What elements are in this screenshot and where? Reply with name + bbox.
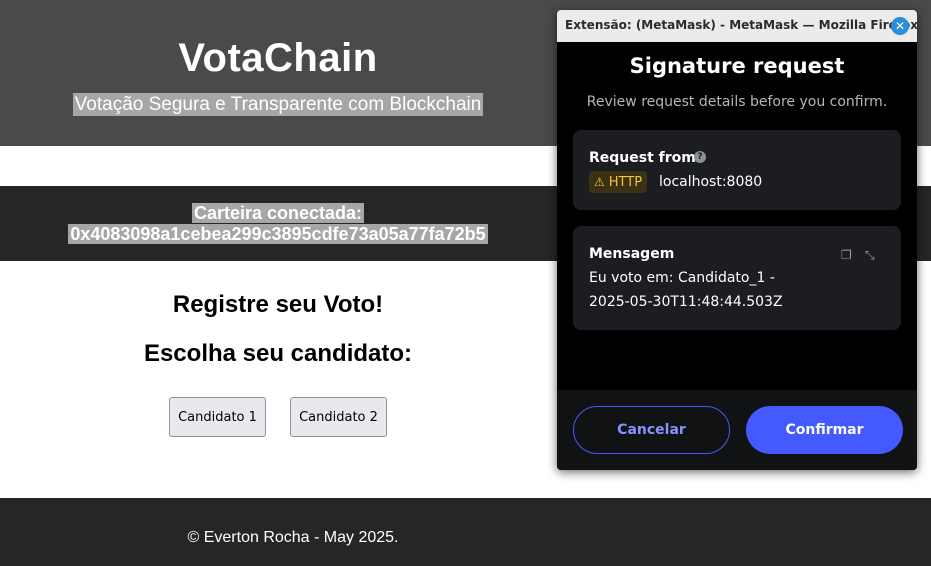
signature-request-subheading: Review request details before you confir… (586, 94, 888, 110)
message-line-2: 2025-05-30T11:48:44.503Z (589, 294, 783, 310)
site-footer: © Everton Rocha - May 2025. (0, 498, 931, 566)
metamask-titlebar[interactable]: Extensão: (MetaMask) - MetaMask — Mozill… (557, 10, 917, 42)
wallet-info: Carteira conectada: 0x4083098a1cebea299c… (0, 203, 556, 245)
message-line-1: Eu voto em: Candidato_1 - (589, 270, 775, 286)
wallet-label: Carteira conectada: (191, 203, 365, 223)
candidate-1-button[interactable]: Candidato 1 (169, 397, 266, 437)
message-label: Mensagem (589, 246, 675, 262)
collapse-icon[interactable]: ⤡ (865, 248, 875, 263)
http-badge: ⚠ HTTP (589, 171, 648, 193)
close-icon[interactable]: ✕ (891, 17, 909, 35)
copy-icon[interactable]: ❐ (841, 248, 852, 262)
http-badge-label: HTTP (608, 174, 643, 190)
candidate-2-button[interactable]: Candidato 2 (290, 397, 387, 437)
request-from-label: Request from (589, 150, 696, 166)
vote-subtitle: Escolha seu candidato: (143, 340, 413, 367)
site-title: VotaChain (178, 36, 378, 80)
site-subtitle-wrap: Votação Segura e Transparente com Blockc… (0, 93, 556, 116)
warning-icon: ⚠ (594, 175, 605, 189)
site-subtitle: Votação Segura e Transparente com Blockc… (72, 93, 484, 116)
message-card: Mensagem ❐ ⤡ Eu voto em: Candidato_1 - 2… (573, 226, 901, 330)
confirm-button[interactable]: Confirmar (746, 406, 903, 454)
metamask-footer: Cancelar Confirmar (557, 390, 917, 470)
cancel-button[interactable]: Cancelar (573, 406, 730, 454)
footer-text: © Everton Rocha - May 2025. (187, 529, 399, 546)
request-host: localhost:8080 (659, 174, 763, 190)
metamask-window-title: Extensão: (MetaMask) - MetaMask — Mozill… (565, 18, 917, 32)
metamask-window: Extensão: (MetaMask) - MetaMask — Mozill… (557, 10, 917, 470)
request-from-card: Request from ? ⚠ HTTP localhost:8080 (573, 130, 901, 210)
help-icon[interactable]: ? (694, 151, 706, 163)
vote-title: Registre seu Voto! (172, 291, 384, 318)
wallet-address: 0x4083098a1cebea299c3895cdfe73a05a77fa72… (68, 224, 488, 244)
signature-request-heading: Signature request (629, 54, 845, 78)
